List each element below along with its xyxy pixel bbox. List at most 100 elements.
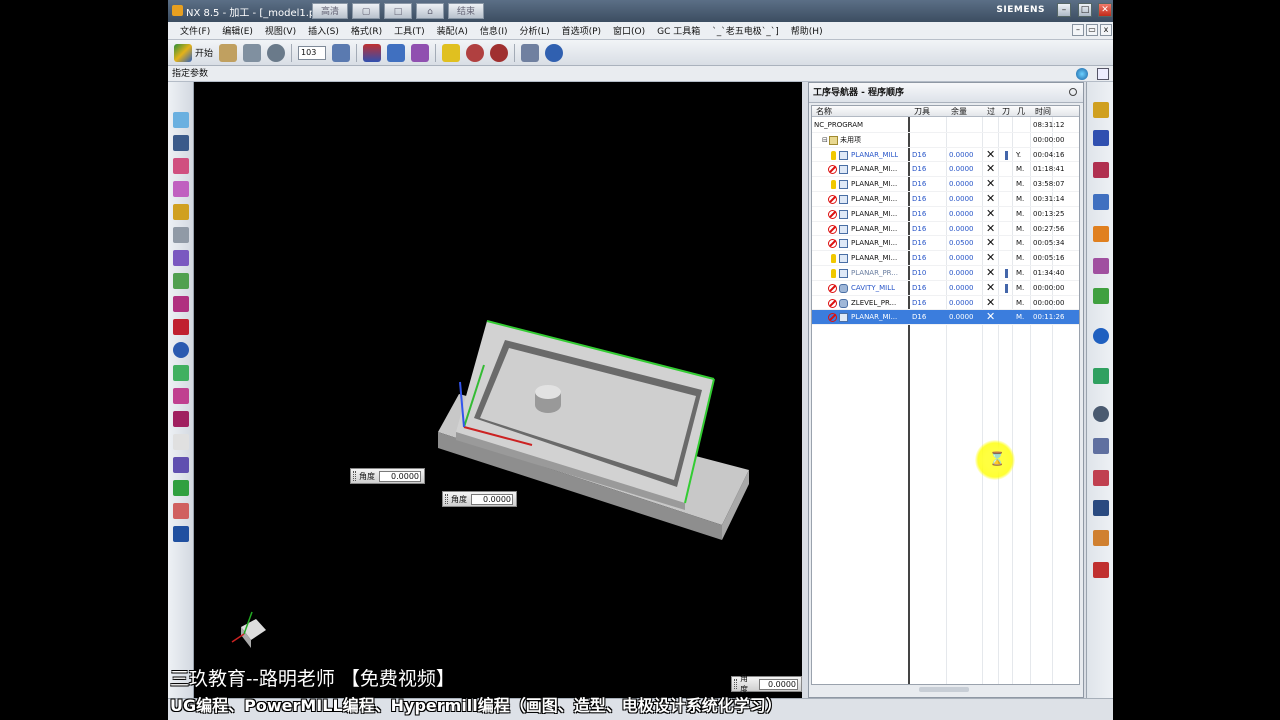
hd3d-tools-icon[interactable] <box>1093 258 1109 274</box>
menu-edit[interactable]: 编辑(E) <box>216 24 259 37</box>
maximize-tab-icon[interactable]: □ <box>384 3 413 19</box>
curve-icon[interactable] <box>173 365 189 381</box>
operation-row[interactable]: PLANAR_MI... D16 0.0000 M. 03:58:07 ✕ <box>812 177 1079 192</box>
menu-format[interactable]: 格式(R) <box>345 24 388 37</box>
measure-icon[interactable] <box>173 319 189 335</box>
operation-row[interactable]: ZLEVEL_PR... D16 0.0000 M. 00:00:00 ✕ <box>812 296 1079 311</box>
angle-handle-3[interactable]: 角度 0.0000 <box>731 674 802 694</box>
layer-icon[interactable] <box>173 480 189 496</box>
menu-window[interactable]: 窗口(O) <box>607 24 651 37</box>
menu-tools[interactable]: 工具(T) <box>388 24 431 37</box>
trim-body-icon[interactable] <box>173 296 189 312</box>
model-canvas[interactable] <box>194 82 802 698</box>
cylinder-icon[interactable] <box>173 135 189 151</box>
save-icon[interactable] <box>243 43 262 62</box>
info-icon[interactable] <box>173 342 189 358</box>
mdi-minimize-button[interactable]: – <box>1072 24 1084 36</box>
menu-preferences[interactable]: 首选项(P) <box>556 24 607 37</box>
angle-handle-1[interactable]: 角度 0.0000 <box>350 468 425 484</box>
open-folder-icon[interactable] <box>219 43 238 62</box>
operation-row[interactable]: CAVITY_MILL D16 0.0000 M. 00:00:00 ✕ <box>812 281 1079 296</box>
horizontal-scrollbar[interactable] <box>919 687 969 692</box>
roles-icon[interactable] <box>1093 500 1109 516</box>
window-tab-icon[interactable]: ▢ <box>352 3 381 19</box>
menu-view[interactable]: 视图(V) <box>259 24 302 37</box>
col-header-geometry[interactable]: 几 <box>1015 106 1025 117</box>
globe-icon[interactable] <box>1076 68 1088 80</box>
angle-input[interactable]: 0.0000 <box>471 493 513 505</box>
angle-input[interactable]: 0.0000 <box>758 678 798 690</box>
operation-row[interactable]: PLANAR_MI... D16 0.0000 M. 00:11:26 ✕ <box>812 310 1079 326</box>
menu-insert[interactable]: 插入(S) <box>302 24 345 37</box>
operation-row[interactable]: PLANAR_MI... D16 0.0000 M. 01:18:41 ✕ <box>812 162 1079 178</box>
create-program-icon[interactable] <box>363 43 382 62</box>
operation-row[interactable]: PLANAR_MI... D16 0.0000 M. 00:27:56 ✕ <box>812 222 1079 237</box>
menu-electrode-plugin[interactable]: `_`老五电极`_`] <box>706 24 785 37</box>
maximize-button[interactable]: □ <box>1078 3 1092 17</box>
operation-row[interactable]: PLANAR_MI... D16 0.0000 M. 00:31:14 ✕ <box>812 192 1079 207</box>
workpiece-icon[interactable] <box>173 503 189 519</box>
process-studio-icon[interactable] <box>1093 438 1109 454</box>
history-icon[interactable] <box>1093 368 1109 384</box>
col-header-time[interactable]: 时间 <box>1033 106 1051 117</box>
menu-analysis[interactable]: 分析(L) <box>514 24 556 37</box>
machine-tool-navigator-icon[interactable] <box>1093 130 1109 146</box>
create-tool-icon[interactable] <box>387 43 406 62</box>
angle-handle-2[interactable]: 角度 0.0000 <box>442 491 517 507</box>
menu-assembly[interactable]: 装配(A) <box>431 24 474 37</box>
operation-table[interactable]: 名称 刀具 余量 过 刀 几 时间 NC_PROGRAM 08:31:12 ⊟ … <box>811 105 1080 685</box>
mdi-restore-button[interactable]: ▭ <box>1086 24 1098 36</box>
move-object-icon[interactable] <box>173 457 189 473</box>
manufacturing-wizard-icon[interactable] <box>1093 470 1109 486</box>
extrude-icon[interactable] <box>173 158 189 174</box>
drag-grip-icon[interactable] <box>353 471 356 481</box>
operation-row[interactable]: PLANAR_PR... D10 0.0000 M. 01:34:40 ✕ <box>812 266 1079 281</box>
simulate-icon[interactable] <box>490 43 509 62</box>
palette-icon[interactable] <box>1093 288 1109 304</box>
web-browser-icon[interactable] <box>1093 328 1109 344</box>
block-icon[interactable] <box>173 112 189 128</box>
graphics-viewport[interactable]: 角度 0.0000 角度 0.0000 角度 0.0000 <box>194 82 802 698</box>
drag-grip-icon[interactable] <box>734 679 737 689</box>
revolve-icon[interactable] <box>173 181 189 197</box>
undo-icon[interactable] <box>267 43 286 62</box>
start-button[interactable]: 开始 <box>174 43 213 62</box>
operation-row[interactable]: PLANAR_MILL D16 0.0000 Y. 00:04:16 ✕ <box>812 148 1079 163</box>
view-orient-icon[interactable] <box>332 43 351 62</box>
minimize-button[interactable]: – <box>1057 3 1071 17</box>
mdi-close-button[interactable]: x <box>1100 24 1112 36</box>
operation-row[interactable]: PLANAR_MI... D16 0.0000 M. 00:05:16 ✕ <box>812 251 1079 266</box>
operation-navigator-tab-icon[interactable] <box>1093 102 1109 118</box>
menu-gc-toolkit[interactable]: GC 工具箱 <box>651 24 706 37</box>
home-tab-icon[interactable]: ⌂ <box>416 3 445 19</box>
group-row[interactable]: ⊟ 未用项 00:00:00 <box>812 133 1079 148</box>
col-header-path[interactable]: 过 <box>985 106 995 117</box>
menu-help[interactable]: 帮助(H) <box>785 24 829 37</box>
postprocess-icon[interactable] <box>521 43 540 62</box>
panel-toggle-icon[interactable] <box>1097 68 1109 80</box>
offset-face-icon[interactable] <box>173 273 189 289</box>
operation-row[interactable]: PLANAR_MI... D16 0.0500 M. 00:05:34 ✕ <box>812 236 1079 252</box>
create-geometry-icon[interactable] <box>411 43 430 62</box>
selection-filter-combo[interactable]: 103 <box>298 45 327 60</box>
col-header-tool-flag[interactable]: 刀 <box>1000 106 1010 117</box>
generate-toolpath-icon[interactable] <box>442 43 461 62</box>
verify-toolpath-icon[interactable] <box>466 43 485 62</box>
mesh-surface-icon[interactable] <box>173 411 189 427</box>
tree-expander-icon[interactable]: ⊟ <box>822 133 828 148</box>
tab-hd[interactable]: 高清 <box>312 3 349 19</box>
menu-information[interactable]: 信息(I) <box>474 24 514 37</box>
col-header-stock[interactable]: 余量 <box>949 106 967 117</box>
col-header-name[interactable]: 名称 <box>814 106 832 117</box>
nc-icon[interactable] <box>173 526 189 542</box>
machining-feature-navigator-icon[interactable] <box>1093 162 1109 178</box>
system-materials-icon[interactable] <box>1093 530 1109 546</box>
chamfer-icon[interactable] <box>173 227 189 243</box>
program-row[interactable]: NC_PROGRAM 08:31:12 <box>812 118 1079 133</box>
pin-icon[interactable] <box>1069 88 1077 96</box>
surface-icon[interactable] <box>173 388 189 404</box>
part-navigator-icon[interactable] <box>1093 194 1109 210</box>
drag-grip-icon[interactable] <box>445 494 448 504</box>
menu-file[interactable]: 文件(F) <box>174 24 216 37</box>
shop-doc-icon[interactable] <box>545 43 564 62</box>
